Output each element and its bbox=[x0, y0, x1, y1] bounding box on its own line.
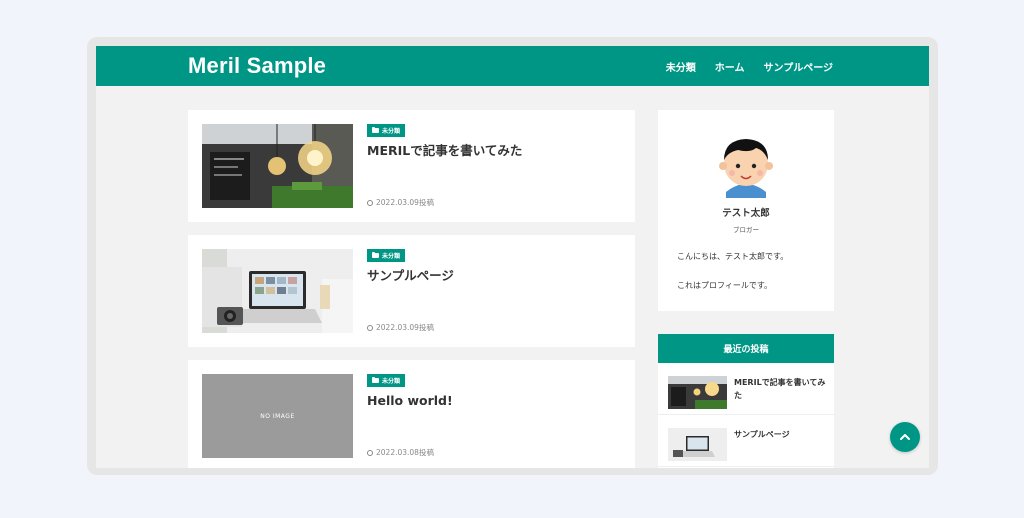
profile-text: これはプロフィールです。 bbox=[677, 281, 773, 290]
recent-post-thumbnail[interactable] bbox=[668, 428, 727, 461]
clock-icon bbox=[367, 199, 373, 206]
category-badge[interactable]: 未分類 bbox=[367, 374, 406, 387]
nav-item-home[interactable]: ホーム bbox=[715, 59, 745, 74]
category-badge[interactable]: 未分類 bbox=[367, 124, 406, 137]
global-nav: 未分類 ホーム サンプルページ bbox=[666, 46, 833, 86]
post-date: 2022.03.09投稿 bbox=[367, 197, 434, 208]
post-date: 2022.03.09投稿 bbox=[367, 322, 434, 333]
post-title[interactable]: サンプルページ bbox=[367, 267, 617, 285]
nav-item-sample-page[interactable]: サンプルページ bbox=[764, 59, 834, 74]
site-title[interactable]: Meril Sample bbox=[188, 51, 326, 81]
profile-widget: テスト太郎 ブロガー こんにちは、テスト太郎です。 これはプロフィールです。 bbox=[658, 110, 834, 311]
post-card[interactable]: 未分類 サンプルページ 2022.03.09投稿 bbox=[188, 235, 635, 347]
post-title[interactable]: Hello world! bbox=[367, 392, 617, 410]
recent-post-item[interactable]: MERILで記事を書いてみた bbox=[658, 363, 834, 415]
back-to-top-button[interactable] bbox=[890, 422, 920, 452]
clock-icon bbox=[367, 324, 373, 331]
chevron-up-icon bbox=[900, 434, 910, 440]
post-title[interactable]: MERILで記事を書いてみた bbox=[367, 142, 617, 160]
nav-item-uncategorized[interactable]: 未分類 bbox=[666, 59, 696, 74]
site-header: Meril Sample 未分類 ホーム サンプルページ bbox=[96, 46, 929, 86]
recent-post-title[interactable]: サンプルページ bbox=[734, 428, 826, 441]
recent-post-thumbnail[interactable] bbox=[668, 376, 727, 409]
post-card[interactable]: NO IMAGE 未分類 Hello world! 2022.03.08投稿 bbox=[188, 360, 635, 468]
post-thumbnail[interactable] bbox=[202, 249, 353, 333]
post-card[interactable]: 未分類 MERILで記事を書いてみた 2022.03.09投稿 bbox=[188, 110, 635, 222]
folder-icon bbox=[372, 127, 379, 133]
clock-icon bbox=[367, 449, 373, 456]
post-date: 2022.03.08投稿 bbox=[367, 447, 434, 458]
profile-role: ブロガー bbox=[733, 226, 759, 234]
recent-post-item[interactable]: サンプルページ bbox=[658, 415, 834, 467]
category-badge[interactable]: 未分類 bbox=[367, 249, 406, 262]
recent-posts-heading: 最近の投稿 bbox=[658, 334, 834, 363]
folder-icon bbox=[372, 252, 379, 258]
recent-post-title[interactable]: MERILで記事を書いてみた bbox=[734, 376, 826, 402]
avatar bbox=[710, 126, 782, 198]
recent-posts-list: MERILで記事を書いてみた サンプルページ bbox=[658, 363, 834, 468]
post-thumbnail[interactable] bbox=[202, 124, 353, 208]
folder-icon bbox=[372, 377, 379, 383]
page-screen: Meril Sample 未分類 ホーム サンプルページ 未分類 MERILで記… bbox=[96, 46, 929, 468]
no-image-placeholder[interactable]: NO IMAGE bbox=[202, 374, 353, 458]
profile-name: テスト太郎 bbox=[722, 208, 770, 219]
profile-text: こんにちは、テスト太郎です。 bbox=[677, 252, 789, 261]
